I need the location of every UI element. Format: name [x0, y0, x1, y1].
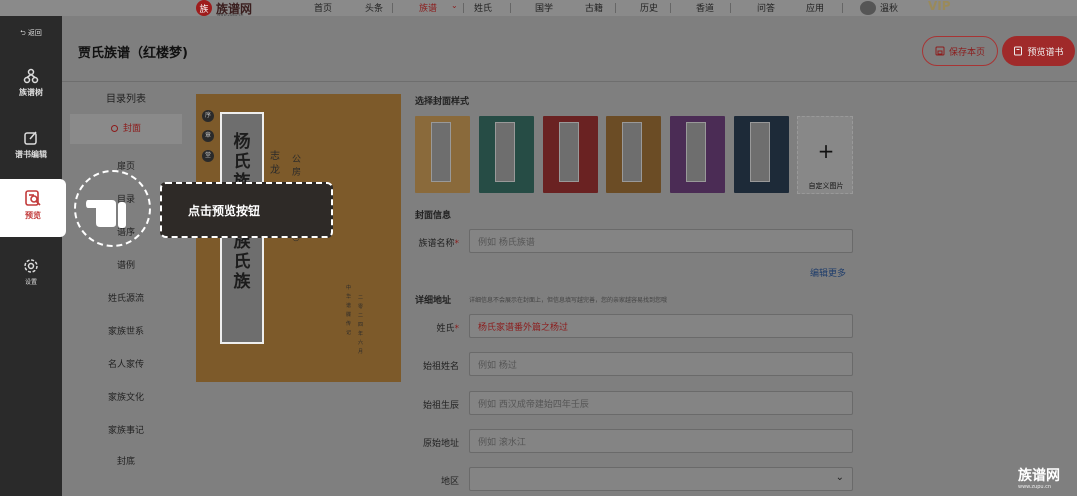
nav-item-qa[interactable]: 问答 [757, 1, 775, 14]
genealogy-name-input[interactable]: 例如 杨氏族谱 [469, 229, 853, 253]
user-name[interactable]: 溫秋 [880, 1, 898, 14]
nav-item-classics[interactable]: 古籍 [585, 1, 603, 14]
page-header: 贾氏族谱（红楼梦) 保存本页 预览谱书 [62, 16, 1077, 82]
toc-list: 目录列表 封面 扉页 目录 谱序 谱例 姓氏源流 家族世系 名人家传 家族文化 … [70, 82, 182, 496]
gear-icon [24, 259, 38, 273]
tip-text: 点击预览按钮 [188, 204, 261, 218]
nav-divider [510, 3, 511, 13]
nav-divider [392, 3, 393, 13]
chevron-down-icon[interactable]: ⌄ [451, 1, 458, 10]
nav-item-headlines[interactable]: 头条 [365, 1, 383, 14]
edit-more-link[interactable]: 编辑更多 [810, 266, 846, 279]
back-label: 返回 [27, 29, 42, 37]
save-page-button[interactable]: 保存本页 [922, 36, 998, 66]
preview-icon [25, 190, 41, 206]
save-icon [935, 46, 945, 56]
page-title: 贾氏族谱（红楼梦) [78, 46, 188, 61]
region-select[interactable]: ⌄ [469, 467, 853, 491]
brand-watermark: 族谱网 [1018, 468, 1060, 484]
cover-seal: 章 [202, 130, 214, 142]
tip-tooltip: 点击预览按钮 [160, 182, 333, 238]
back-button[interactable]: ⮌ 返回 [0, 28, 62, 40]
sidebar-item-settings[interactable]: 设置 [0, 258, 62, 286]
genealogy-name-label: 族谱名称* [418, 239, 459, 249]
toc-item-lineage[interactable]: 家族世系 [70, 324, 182, 337]
address-label: 详细地址 [415, 296, 452, 306]
cover-preview: 序 章 堂 杨氏族杨氏族氏族 志龙 公房◎第二卷◎ 中华谱牒传记 二零二四年六月 [196, 94, 401, 382]
cover-info-label: 封面信息 [415, 211, 452, 221]
nav-divider [730, 3, 731, 13]
nav-divider [842, 3, 843, 13]
toc-item-surname-origin[interactable]: 姓氏源流 [70, 291, 182, 304]
vip-badge[interactable]: VIP [928, 0, 951, 13]
nav-divider [615, 3, 616, 13]
logo-mark-icon: 族 [196, 0, 212, 16]
top-navbar: 族 族谱网 www.zupu.cn 首页 头条 族谱 ⌄ 姓氏 国学 古籍 历史… [0, 0, 1077, 17]
sidebar-item-label: 谱书编辑 [15, 150, 47, 159]
sidebar-item-preview[interactable]: 预览 [0, 179, 66, 237]
cover-style-option[interactable] [543, 116, 598, 193]
back-arrow-icon: ⮌ [20, 29, 26, 37]
ancestor-name-input[interactable]: 例如 杨过 [469, 352, 853, 376]
cover-style-option[interactable] [479, 116, 534, 193]
chevron-down-icon: ⌄ [835, 472, 844, 483]
pointing-hand-icon [86, 200, 126, 228]
ancestor-birth-label: 始祖生辰 [422, 401, 459, 411]
surname-label: 姓氏* [436, 324, 459, 334]
save-label: 保存本页 [948, 47, 985, 58]
sidebar-item-label: 族谱树 [19, 88, 43, 97]
cover-seal: 堂 [202, 150, 214, 162]
cover-style-option[interactable] [415, 116, 470, 193]
cover-small-text: 中华谱牒传记 [346, 285, 352, 336]
cover-style-option[interactable] [606, 116, 661, 193]
cover-subtitle: 志龙 [270, 151, 280, 176]
origin-input[interactable]: 例如 滚水江 [469, 429, 853, 453]
sidebar-item-label: 设置 [24, 279, 37, 286]
cover-style-option[interactable] [670, 116, 725, 193]
custom-cover-button[interactable]: + 自定义图片 [797, 116, 853, 194]
toc-item-events[interactable]: 家族事记 [70, 423, 182, 436]
nav-item-guoxue[interactable]: 国学 [535, 1, 553, 14]
origin-label: 原始地址 [422, 439, 459, 449]
toc-item-culture[interactable]: 家族文化 [70, 390, 182, 403]
nav-item-history[interactable]: 历史 [640, 1, 658, 14]
left-sidebar: ⮌ 返回 族谱树 谱书编辑 预览 设置 [0, 16, 66, 496]
toc-item-back-cover[interactable]: 封底 [70, 454, 182, 467]
toc-item-title-page[interactable]: 扉页 [70, 159, 182, 172]
plus-icon: + [817, 139, 835, 163]
brand-url: www.zupu.cn [1018, 484, 1052, 490]
nav-item-apps[interactable]: 应用 [806, 1, 824, 14]
custom-cover-label: 自定义图片 [808, 182, 844, 190]
nav-divider [463, 3, 464, 13]
cover-style-option[interactable] [734, 116, 789, 193]
preview-book-button[interactable]: 预览谱书 [1002, 36, 1075, 66]
family-tree-icon [23, 68, 39, 84]
avatar[interactable] [860, 1, 876, 15]
cover-style-label: 选择封面样式 [415, 97, 470, 107]
toc-title: 目录列表 [106, 94, 146, 105]
nav-item-genealogy[interactable]: 族谱 [419, 1, 437, 14]
toc-item-rules[interactable]: 谱例 [70, 258, 182, 271]
toc-item-cover[interactable]: 封面 [70, 114, 182, 144]
sidebar-item-family-tree[interactable]: 族谱树 [0, 68, 62, 98]
book-icon [1014, 46, 1023, 56]
toc-item-biographies[interactable]: 名人家传 [70, 357, 182, 370]
edit-icon [24, 131, 37, 145]
nav-item-surnames[interactable]: 姓氏 [474, 1, 492, 14]
preview-label: 预览谱书 [1027, 47, 1064, 58]
region-label: 地区 [440, 477, 459, 487]
ancestor-birth-input[interactable]: 例如 西汉成帝建始四年壬辰 [469, 391, 853, 415]
cover-small-text: 二零二四年六月 [358, 295, 364, 355]
site-logo[interactable]: 族 族谱网 www.zupu.cn [196, 0, 252, 17]
address-hint: 详细信息不会展示在封面上，但信息填写越完善，您的亲家越容易找到您哦 [469, 297, 668, 304]
cover-settings-form: 选择封面样式 + 自定义图片 封面信息 族谱名称* 例如 杨氏族谱 编辑更多 详… [401, 82, 1077, 496]
sidebar-item-book-edit[interactable]: 谱书编辑 [0, 130, 62, 160]
ancestor-name-label: 始祖姓名 [422, 362, 459, 372]
surname-input[interactable]: 杨氏家谱番外篇之杨过 [469, 314, 853, 338]
cover-seal: 序 [202, 110, 214, 122]
nav-item-home[interactable]: 首页 [314, 1, 332, 14]
nav-item-incense[interactable]: 香道 [696, 1, 714, 14]
nav-divider [670, 3, 671, 13]
sidebar-item-label: 预览 [25, 211, 41, 220]
